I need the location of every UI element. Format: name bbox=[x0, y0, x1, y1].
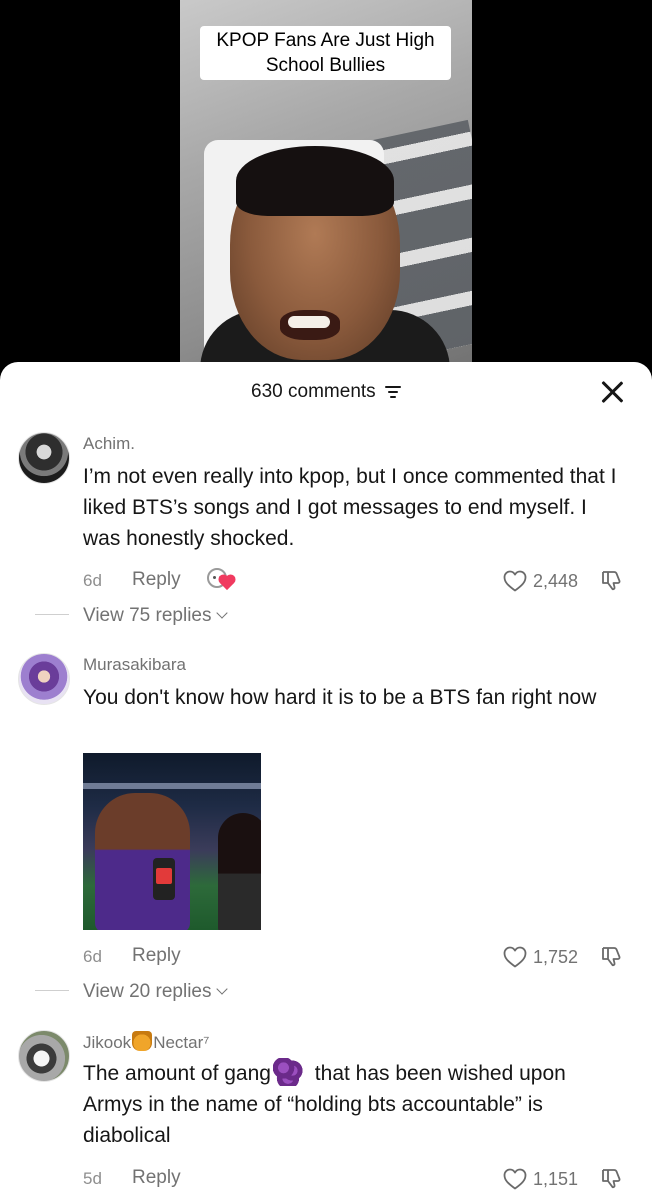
replies-divider bbox=[35, 990, 69, 991]
emoji-heart-icon[interactable] bbox=[207, 567, 235, 591]
video-player[interactable]: KPOP Fans Are Just High School Bullies bbox=[0, 0, 652, 380]
heart-outline-icon bbox=[503, 1168, 527, 1190]
video-person-hair bbox=[236, 146, 394, 216]
comment-username[interactable]: Achim. bbox=[83, 434, 135, 454]
view-replies-button[interactable]: View 20 replies bbox=[35, 981, 228, 1005]
close-icon[interactable] bbox=[600, 380, 624, 404]
comment-username[interactable]: Jikook Nectar⁷ bbox=[83, 1031, 209, 1053]
video-caption-line1: KPOP Fans Are Just High bbox=[216, 30, 435, 51]
heart-outline-icon bbox=[503, 946, 527, 968]
view-replies-label: View 75 replies bbox=[83, 605, 212, 626]
like-button[interactable]: 1,151 bbox=[503, 1166, 578, 1192]
reply-button[interactable]: Reply bbox=[132, 569, 181, 591]
like-button[interactable]: 2,448 bbox=[503, 568, 578, 594]
thumbs-down-icon[interactable] bbox=[600, 944, 624, 968]
gif-reporter-figure bbox=[218, 813, 261, 930]
video-caption: KPOP Fans Are Just High School Bullies bbox=[200, 26, 451, 80]
comment-time: 6d bbox=[83, 947, 102, 966]
like-count: 2,448 bbox=[532, 570, 578, 591]
avatar[interactable] bbox=[18, 432, 70, 484]
chevron-down-icon bbox=[215, 983, 228, 995]
avatar[interactable] bbox=[18, 1030, 70, 1082]
username-part2: Nectar⁷ bbox=[153, 1033, 210, 1052]
sort-icon[interactable] bbox=[384, 384, 401, 398]
avatar[interactable] bbox=[18, 653, 70, 705]
reply-button[interactable]: Reply bbox=[132, 945, 181, 967]
video-caption-line2: School Bullies bbox=[265, 55, 386, 76]
thumbs-down-icon[interactable] bbox=[600, 1166, 624, 1190]
thumbs-down-icon[interactable] bbox=[600, 568, 624, 592]
like-button[interactable]: 1,752 bbox=[503, 944, 578, 970]
comments-header: 630 comments bbox=[0, 362, 652, 420]
username-part1: Jikook bbox=[83, 1033, 132, 1052]
comment-username[interactable]: Murasakibara bbox=[83, 655, 186, 675]
like-count: 1,151 bbox=[532, 1168, 578, 1189]
comment-text: You don't know how hard it is to be a BT… bbox=[83, 686, 597, 709]
microphone-icon bbox=[153, 858, 175, 900]
comment-time: 5d bbox=[83, 1169, 102, 1188]
comment-count: 630 comments bbox=[251, 381, 376, 402]
view-replies-button[interactable]: View 75 replies bbox=[35, 605, 228, 629]
comments-sheet: 630 comments Achim. I’m not even really … bbox=[0, 362, 652, 1200]
comment-time: 6d bbox=[83, 571, 102, 590]
comment-meta: 6d Reply 2,448 bbox=[83, 568, 624, 594]
comment-meta: 6d Reply 1,752 bbox=[83, 944, 624, 970]
reply-button[interactable]: Reply bbox=[132, 1167, 181, 1189]
comment-gif-image[interactable] bbox=[83, 753, 261, 930]
grapes-emoji bbox=[272, 1058, 303, 1086]
video-person-teeth bbox=[288, 316, 330, 328]
chevron-down-icon bbox=[215, 607, 228, 619]
comment-text: The amount of gang that has been wished … bbox=[83, 1058, 628, 1151]
comment-count-sort-button[interactable]: 630 comments bbox=[0, 381, 652, 403]
gif-player-figure bbox=[95, 793, 190, 930]
like-count: 1,752 bbox=[532, 946, 578, 967]
heart-outline-icon bbox=[503, 570, 527, 592]
honey-pot-emoji bbox=[132, 1031, 153, 1051]
view-replies-label: View 20 replies bbox=[83, 981, 212, 1002]
comment-meta: 5d Reply 1,151 bbox=[83, 1166, 624, 1192]
comment-text: I’m not even really into kpop, but I onc… bbox=[83, 465, 617, 550]
replies-divider bbox=[35, 614, 69, 615]
comment-text-part1: The amount of gang bbox=[83, 1062, 271, 1085]
